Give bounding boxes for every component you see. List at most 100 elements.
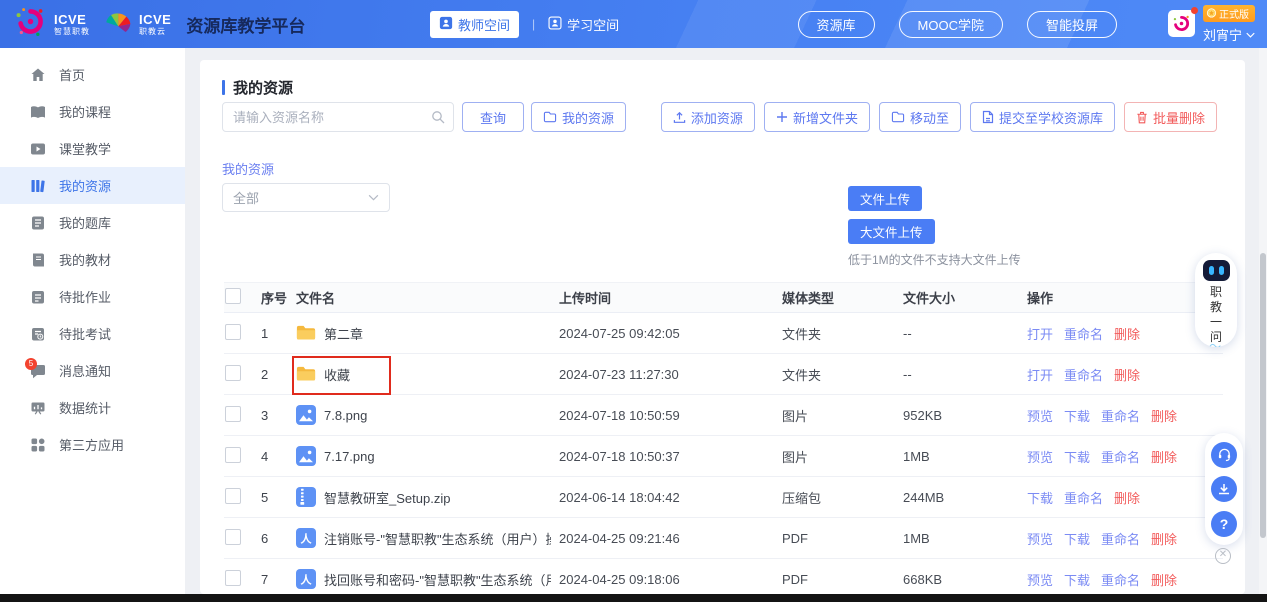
row-action-link[interactable]: 重命名: [1064, 491, 1103, 506]
row-action-link[interactable]: 删除: [1151, 450, 1177, 465]
file-name-cell[interactable]: 人 注销账号-"智慧职教"生态系统（用户）操作: [296, 528, 559, 548]
row-checkbox[interactable]: [225, 488, 241, 504]
icve-zhijiaoyun-wordmark: ICVE 职教云: [139, 13, 171, 36]
scrollbar-thumb[interactable]: [1260, 253, 1266, 538]
row-action-link[interactable]: 打开: [1027, 327, 1053, 342]
file-name-cell[interactable]: 7.8.png: [296, 405, 559, 425]
file-name: 7.8.png: [324, 408, 551, 423]
file-name-cell[interactable]: 智慧教研室_Setup.zip: [296, 487, 559, 507]
breadcrumb[interactable]: 我的资源: [222, 159, 274, 178]
new-folder-button[interactable]: 新增文件夹: [764, 102, 870, 132]
move-to-button[interactable]: 移动至: [879, 102, 961, 132]
row-action-link[interactable]: 打开: [1027, 368, 1053, 383]
add-resource-button[interactable]: 添加资源: [661, 102, 755, 132]
file-name: 第二章: [324, 324, 551, 343]
scrollbar-track[interactable]: [1259, 48, 1267, 594]
batch-delete-button[interactable]: 批量删除: [1124, 102, 1217, 132]
brand-area: ICVE 智慧职教 ICVE 职教云 资源库教学平台: [14, 0, 305, 48]
file-name-cell[interactable]: 收藏: [296, 364, 559, 384]
teacher-space-button[interactable]: 教师空间: [430, 11, 519, 38]
row-action-link[interactable]: 下载: [1064, 573, 1090, 588]
file-name-cell[interactable]: 第二章: [296, 323, 559, 343]
upload-time: 2024-04-25 09:18:06: [559, 572, 782, 587]
sidebar-item-homework[interactable]: 待批作业: [0, 278, 185, 315]
row-action-link[interactable]: 重命名: [1101, 409, 1140, 424]
row-action-link[interactable]: 重命名: [1064, 327, 1103, 342]
sidebar-item-home[interactable]: 首页: [0, 56, 185, 93]
avatar[interactable]: [1168, 10, 1195, 37]
exam-icon: [30, 326, 46, 342]
student-space-icon: [548, 16, 562, 33]
search-icon[interactable]: [431, 110, 445, 129]
sidebar-item-classroom[interactable]: 课堂教学: [0, 130, 185, 167]
row-checkbox[interactable]: [225, 324, 241, 340]
media-type-select[interactable]: 全部: [222, 183, 390, 212]
select-all-checkbox[interactable]: [225, 288, 241, 304]
my-resources-button[interactable]: 我的资源: [531, 102, 626, 132]
row-action-link[interactable]: 删除: [1114, 327, 1140, 342]
sidebar-item-question-bank[interactable]: 我的题库: [0, 204, 185, 241]
pdf-icon: 人: [296, 528, 316, 548]
sidebar-item-exam[interactable]: 待批考试: [0, 315, 185, 352]
row-action-link[interactable]: 重命名: [1101, 450, 1140, 465]
row-action-link[interactable]: 下载: [1064, 450, 1090, 465]
row-action-link[interactable]: 下载: [1064, 409, 1090, 424]
sidebar-item-apps[interactable]: 第三方应用: [0, 426, 185, 463]
row-checkbox[interactable]: [225, 529, 241, 545]
row-index: 5: [261, 490, 296, 505]
window-bottom-edge: [0, 594, 1267, 602]
file-name-cell[interactable]: 7.17.png: [296, 446, 559, 466]
sidebar-item-textbook[interactable]: 我的教材: [0, 241, 185, 278]
row-action-link[interactable]: 删除: [1114, 491, 1140, 506]
row-action-link[interactable]: 删除: [1151, 573, 1177, 588]
row-checkbox[interactable]: [225, 447, 241, 463]
row-action-link[interactable]: 预览: [1027, 532, 1053, 547]
help-icon[interactable]: ?: [1211, 511, 1237, 537]
mooc-academy-link[interactable]: MOOC学院: [899, 11, 1003, 38]
media-type: 文件夹: [782, 365, 903, 384]
row-action-link[interactable]: 预览: [1027, 573, 1053, 588]
close-help-icon[interactable]: ✕: [1215, 548, 1231, 564]
home-icon: [30, 67, 46, 83]
logo1-subtitle: 智慧职教: [54, 28, 90, 36]
row-action-link[interactable]: 下载: [1027, 491, 1053, 506]
row-actions: 预览下载重命名删除: [1027, 406, 1223, 425]
row-action-link[interactable]: 删除: [1151, 532, 1177, 547]
row-checkbox[interactable]: [225, 570, 241, 586]
search-input[interactable]: [222, 102, 454, 132]
sidebar-item-stats[interactable]: 数据统计: [0, 389, 185, 426]
row-action-link[interactable]: 预览: [1027, 450, 1053, 465]
file-name: 找回账号和密码-"智慧职教"生态系统（用户: [324, 570, 551, 589]
platform-title: 资源库教学平台: [186, 12, 305, 37]
row-action-link[interactable]: 预览: [1027, 409, 1053, 424]
smart-cast-link[interactable]: 智能投屏: [1027, 11, 1117, 38]
sidebar-item-message[interactable]: 5 消息通知: [0, 352, 185, 389]
row-action-link[interactable]: 重命名: [1101, 532, 1140, 547]
message-icon: 5: [30, 363, 46, 379]
user-menu[interactable]: 刘宵宁: [1203, 25, 1255, 44]
file-name-cell[interactable]: 人 找回账号和密码-"智慧职教"生态系统（用户: [296, 569, 559, 589]
icve-zhihui-wordmark: ICVE 智慧职教: [54, 13, 90, 36]
row-checkbox[interactable]: [225, 406, 241, 422]
file-upload-button[interactable]: 文件上传: [848, 186, 922, 211]
submit-to-school-button[interactable]: 提交至学校资源库: [970, 102, 1115, 132]
query-button[interactable]: 查询: [462, 102, 524, 132]
row-action-link[interactable]: 删除: [1151, 409, 1177, 424]
sidebar-item-resources[interactable]: 我的资源: [0, 167, 185, 204]
avatar-notification-dot: [1191, 7, 1198, 14]
col-filename: 文件名: [296, 288, 559, 307]
row-action-link[interactable]: 重命名: [1101, 573, 1140, 588]
resource-library-link[interactable]: 资源库: [798, 11, 875, 38]
membership-badge[interactable]: 正式版: [1203, 5, 1255, 22]
upload-time: 2024-04-25 09:21:46: [559, 531, 782, 546]
download-icon[interactable]: [1211, 476, 1237, 502]
customer-service-icon[interactable]: [1211, 442, 1237, 468]
sidebar-item-courses[interactable]: 我的课程: [0, 93, 185, 130]
large-file-upload-button[interactable]: 大文件上传: [848, 219, 935, 244]
assistant-widget[interactable]: 职教一问: [1195, 253, 1237, 347]
row-action-link[interactable]: 下载: [1064, 532, 1090, 547]
student-space-button[interactable]: 学习空间: [548, 15, 619, 34]
row-checkbox[interactable]: [225, 365, 241, 381]
row-action-link[interactable]: 重命名: [1064, 368, 1103, 383]
row-action-link[interactable]: 删除: [1114, 368, 1140, 383]
